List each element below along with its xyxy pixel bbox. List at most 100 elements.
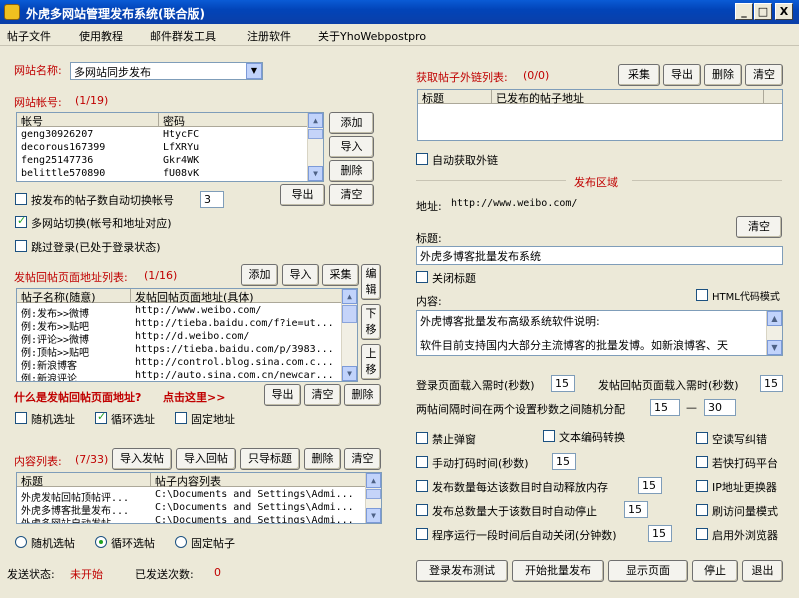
menu-register[interactable]: 注册软件: [247, 28, 291, 44]
text-encode-checkbox[interactable]: [543, 430, 555, 442]
close-button[interactable]: X: [775, 3, 793, 20]
loop-post-radio[interactable]: [95, 536, 107, 548]
chevron-down-icon[interactable]: ▼: [246, 63, 262, 79]
scroll-thumb[interactable]: [308, 129, 323, 139]
links-clear-button[interactable]: 清空: [745, 64, 783, 86]
stop-button[interactable]: 停止: [692, 560, 738, 582]
stop-total-checkbox[interactable]: [416, 504, 428, 516]
auto-close-checkbox[interactable]: [416, 528, 428, 540]
links-export-button[interactable]: 导出: [663, 64, 701, 86]
ext-browser-checkbox[interactable]: [696, 528, 708, 540]
content-clear-button[interactable]: 清空: [344, 448, 381, 470]
accounts-delete-button[interactable]: 删除: [329, 160, 374, 182]
pages-delete-button[interactable]: 删除: [344, 384, 381, 406]
scroll-down-icon[interactable]: ▼: [342, 366, 357, 381]
interval-min-input[interactable]: 15: [650, 399, 680, 416]
pages-clear-button[interactable]: 清空: [304, 384, 341, 406]
auto-switch-checkbox[interactable]: [15, 193, 27, 205]
kuai-platform-checkbox[interactable]: [696, 456, 708, 468]
auto-switch-label: 按发布的帖子数自动切换帐号: [31, 194, 174, 207]
fixed-post-radio[interactable]: [175, 536, 187, 548]
manual-time-checkbox[interactable]: [416, 456, 428, 468]
maximize-button[interactable]: □: [754, 3, 772, 20]
start-publish-button[interactable]: 开始批量发布: [512, 560, 604, 582]
scroll-thumb[interactable]: [342, 305, 357, 323]
random-post-radio[interactable]: [15, 536, 27, 548]
exit-button[interactable]: 退出: [742, 560, 783, 582]
content-scrollbar[interactable]: ▲ ▼: [365, 473, 381, 523]
site-select[interactable]: 多网站同步发布 ▼: [70, 62, 263, 80]
accounts-import-button[interactable]: 导入: [329, 136, 374, 158]
accounts-add-button[interactable]: 添加: [329, 112, 374, 134]
scroll-down-icon[interactable]: ▼: [366, 508, 381, 523]
scroll-up-icon[interactable]: ▲: [342, 289, 357, 304]
click-here-link[interactable]: 点击这里>>: [163, 389, 225, 405]
skip-login-label: 跳过登录(已处于登录状态): [31, 241, 161, 254]
content-delete-button[interactable]: 删除: [304, 448, 341, 470]
random-addr-label: 随机选址: [31, 413, 75, 426]
html-mode-checkbox[interactable]: [696, 289, 708, 301]
refresh-mode-checkbox[interactable]: [696, 504, 708, 516]
stop-total-input[interactable]: 15: [624, 501, 648, 518]
skip-error-checkbox[interactable]: [696, 432, 708, 444]
accounts-list[interactable]: 帐号 密码 geng30926207 HtycFC decorous167399 L…: [16, 112, 324, 182]
minimize-button[interactable]: _: [735, 3, 753, 20]
manual-time-input[interactable]: 15: [552, 453, 576, 470]
show-page-button[interactable]: 显示页面: [608, 560, 688, 582]
pages-down-button[interactable]: 下移: [361, 304, 381, 340]
scroll-down-icon[interactable]: ▼: [308, 166, 323, 181]
section-divider-left: [416, 180, 566, 181]
title-input[interactable]: 外虎多博客批量发布系统: [416, 246, 783, 265]
auto-close-input[interactable]: 15: [648, 525, 672, 542]
reply-pages-list[interactable]: 帖子名称(随意) 发帖回帖页面地址(具体) 例:发布>>微博 http://www…: [16, 288, 358, 382]
content-textarea[interactable]: 外虎博客批量发布高级系统软件说明: 软件目前支持国内大部分主流博客的批量发博。如…: [416, 310, 783, 356]
pages-edit-button[interactable]: 编辑: [361, 264, 381, 300]
scroll-up-icon[interactable]: ▲: [767, 311, 782, 326]
menu-mail-tool[interactable]: 邮件群发工具: [150, 28, 216, 44]
accounts-export-button[interactable]: 导出: [280, 184, 325, 206]
what-link-text: 什么是发帖回帖页面地址?: [14, 391, 142, 404]
release-mem-checkbox[interactable]: [416, 480, 428, 492]
menu-post-file[interactable]: 帖子文件: [7, 28, 51, 44]
multi-switch-checkbox[interactable]: [15, 214, 27, 228]
fixed-addr-checkbox[interactable]: [175, 412, 187, 424]
scroll-thumb[interactable]: [366, 489, 381, 499]
pages-collect-button[interactable]: 采集: [322, 264, 359, 286]
interval-max-input[interactable]: 30: [704, 399, 736, 416]
import-reply-button[interactable]: 导入回帖: [176, 448, 236, 470]
close-title-checkbox[interactable]: [416, 271, 428, 283]
accounts-scrollbar[interactable]: ▲ ▼: [307, 113, 323, 181]
auto-switch-count-input[interactable]: 3: [200, 191, 224, 208]
links-delete-button[interactable]: 删除: [704, 64, 742, 86]
menu-tutorial[interactable]: 使用教程: [79, 28, 123, 44]
links-list[interactable]: 标题 已发布的帖子地址: [417, 89, 783, 141]
content-textarea-scrollbar[interactable]: ▲ ▼: [766, 311, 782, 355]
auto-links-checkbox[interactable]: [416, 153, 428, 165]
links-collect-button[interactable]: 采集: [618, 64, 660, 86]
ip-change-checkbox[interactable]: [696, 480, 708, 492]
scroll-down-icon[interactable]: ▼: [767, 340, 782, 355]
content-list[interactable]: 标题 帖子内容列表 外虎发帖回帖顶帖评... C:\Documents and S…: [16, 472, 382, 524]
reply-pages-scrollbar[interactable]: ▲ ▼: [341, 289, 357, 381]
import-title-button[interactable]: 只导标题: [240, 448, 300, 470]
loop-addr-checkbox[interactable]: [95, 410, 107, 424]
random-addr-checkbox[interactable]: [15, 412, 27, 424]
pages-up-button[interactable]: 上移: [361, 344, 381, 380]
content-list-label: 内容列表:: [14, 455, 62, 468]
skip-login-checkbox[interactable]: [15, 240, 27, 252]
publish-clear-button[interactable]: 清空: [736, 216, 782, 238]
menu-about[interactable]: 关于YhoWebpostpro: [318, 28, 426, 44]
links-list-header: 标题 已发布的帖子地址: [418, 90, 782, 105]
pages-import-button[interactable]: 导入: [282, 264, 319, 286]
import-post-button[interactable]: 导入发帖: [112, 448, 172, 470]
release-mem-input[interactable]: 15: [638, 477, 662, 494]
pages-add-button[interactable]: 添加: [241, 264, 278, 286]
scroll-up-icon[interactable]: ▲: [366, 473, 381, 488]
pages-export-button[interactable]: 导出: [264, 384, 301, 406]
post-wait-input[interactable]: 15: [760, 375, 783, 392]
accounts-clear-button[interactable]: 清空: [329, 184, 374, 206]
login-wait-input[interactable]: 15: [551, 375, 575, 392]
block-popup-checkbox[interactable]: [416, 432, 428, 444]
scroll-up-icon[interactable]: ▲: [308, 113, 323, 128]
login-test-button[interactable]: 登录发布测试: [416, 560, 508, 582]
